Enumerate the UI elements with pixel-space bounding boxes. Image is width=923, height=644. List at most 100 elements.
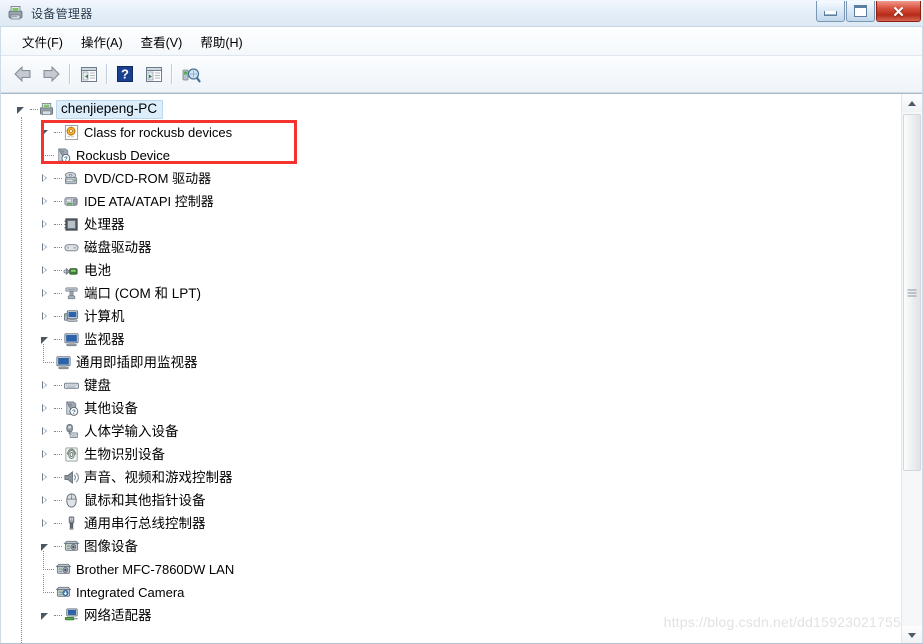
tree-item-ports[interactable]: 端口 (COM 和 LPT): [1, 282, 901, 305]
tree-connector: [39, 137, 55, 167]
tree-item-sound-video-game-controllers[interactable]: 声音、视频和游戏控制器: [1, 466, 901, 489]
tree-item-integrated-camera[interactable]: Integrated Camera: [1, 574, 901, 604]
tree-item-monitors[interactable]: 监视器: [1, 328, 901, 351]
device-tree[interactable]: chenjiepeng-PC Class for rockusb devices…: [1, 94, 901, 643]
expand-collapse-icon[interactable]: [39, 609, 52, 622]
tree-item-label: 人体学输入设备: [84, 423, 179, 439]
menu-help[interactable]: 帮助(H): [191, 29, 251, 54]
tree-item-generic-pnp-monitor[interactable]: 通用即插即用监视器: [1, 344, 901, 374]
expand-collapse-icon[interactable]: [39, 379, 52, 392]
watermark-text: https://blog.csdn.net/dd15923021755: [663, 614, 901, 630]
expand-collapse-icon[interactable]: [39, 241, 52, 254]
scroll-thumb[interactable]: [903, 114, 921, 471]
tree-item-class-for-rockusb-devices[interactable]: Class for rockusb devices: [1, 121, 901, 144]
biometric-icon: [63, 446, 80, 463]
battery-icon: [63, 262, 80, 279]
tree-item-ide-ata-atapi[interactable]: IDE ATA/ATAPI 控制器: [1, 190, 901, 213]
monitor-icon: [55, 354, 72, 371]
expand-collapse-icon[interactable]: [39, 425, 52, 438]
title-bar: 设备管理器 ✕: [0, 0, 923, 27]
tree-item-label: DVD/CD-ROM 驱动器: [84, 171, 212, 186]
scroll-up-arrow[interactable]: [902, 94, 922, 112]
mouse-icon: [63, 492, 80, 509]
tree-item-label: Brother MFC-7860DW LAN: [76, 562, 235, 577]
tree-item-label: 处理器: [84, 216, 125, 232]
show-hide-console-tree-button[interactable]: [74, 61, 102, 87]
tree-item-root[interactable]: chenjiepeng-PC: [1, 98, 901, 121]
network-adapter-icon: [63, 607, 80, 624]
tree-item-disk-drives[interactable]: 磁盘驱动器: [1, 236, 901, 259]
close-button[interactable]: ✕: [876, 1, 921, 22]
tree-item-batteries[interactable]: 电池: [1, 259, 901, 282]
tree-item-imaging-devices[interactable]: 图像设备: [1, 535, 901, 558]
expand-collapse-icon[interactable]: [39, 218, 52, 231]
expand-collapse-icon[interactable]: [39, 126, 52, 139]
action-pane-icon: [145, 66, 162, 83]
expand-collapse-root-icon[interactable]: [15, 103, 28, 116]
tree-item-dvd-cdrom[interactable]: DVD/CD-ROM 驱动器: [1, 167, 901, 190]
menu-file[interactable]: 文件(F): [13, 29, 72, 54]
expand-collapse-icon[interactable]: [39, 494, 52, 507]
scroll-down-arrow[interactable]: [902, 626, 922, 643]
expand-collapse-icon[interactable]: [39, 540, 52, 553]
tree-item-usb-controllers[interactable]: 通用串行总线控制器: [1, 512, 901, 535]
dvd-drive-icon: [63, 170, 80, 187]
forward-button[interactable]: [37, 61, 65, 87]
tree-item-brother-mfc-7860dw-lan[interactable]: Brother MFC-7860DW LAN: [1, 551, 901, 581]
tree-item-biometric-devices[interactable]: 生物识别设备: [1, 443, 901, 466]
tree-item-rockusb-device[interactable]: ? Rockusb Device: [1, 137, 901, 167]
expand-collapse-icon[interactable]: [39, 195, 52, 208]
tree-item-keyboards[interactable]: 键盘: [1, 374, 901, 397]
tree-connector: [54, 454, 62, 455]
expand-collapse-icon[interactable]: [39, 172, 52, 185]
toolbar-separator: [69, 64, 70, 84]
tree-item-computer[interactable]: 计算机: [1, 305, 901, 328]
toolbar-separator-2: [106, 64, 107, 84]
tree-item-label: 通用串行总线控制器: [84, 515, 206, 531]
ports-icon: [63, 285, 80, 302]
tree-connector: [54, 408, 62, 409]
tree-connector: [54, 339, 62, 340]
question-mark-icon: ?: [116, 65, 134, 83]
imaging-device-icon: [55, 561, 72, 578]
scan-for-hardware-changes-button[interactable]: [176, 61, 204, 87]
tree-item-other-devices[interactable]: ? 其他设备: [1, 397, 901, 420]
tree-item-hid[interactable]: 人体学输入设备: [1, 420, 901, 443]
tree-connector: [39, 344, 55, 374]
expand-collapse-icon[interactable]: [39, 448, 52, 461]
tree-connector: [39, 551, 55, 581]
scroll-thumb-grip-icon: [907, 289, 917, 296]
expand-collapse-icon[interactable]: [39, 287, 52, 300]
maximize-button[interactable]: [846, 1, 875, 22]
show-hide-action-pane-button[interactable]: [139, 61, 167, 87]
device-manager-icon: [7, 4, 25, 22]
tree-connector: [54, 224, 62, 225]
expand-collapse-icon[interactable]: [39, 333, 52, 346]
menu-view[interactable]: 查看(V): [132, 29, 192, 54]
tree-item-label: IDE ATA/ATAPI 控制器: [84, 194, 214, 209]
expand-collapse-icon[interactable]: [39, 264, 52, 277]
tree-connector: [54, 270, 62, 271]
close-icon: ✕: [892, 3, 905, 21]
imaging-device-icon: [63, 538, 80, 555]
expand-collapse-icon[interactable]: [39, 310, 52, 323]
menu-bar: 文件(F) 操作(A) 查看(V) 帮助(H): [1, 27, 922, 56]
expand-collapse-icon[interactable]: [39, 517, 52, 530]
tree-item-processors[interactable]: 处理器: [1, 213, 901, 236]
tree-item-mice-and-pointing-devices[interactable]: 鼠标和其他指针设备: [1, 489, 901, 512]
generic-class-icon: [63, 124, 80, 141]
help-button[interactable]: ?: [111, 61, 139, 87]
vertical-scrollbar[interactable]: [901, 94, 922, 643]
menu-action[interactable]: 操作(A): [72, 29, 132, 54]
unknown-device-icon: ?: [55, 147, 72, 164]
expand-collapse-icon[interactable]: [39, 402, 52, 415]
expand-collapse-icon[interactable]: [39, 471, 52, 484]
minimize-button[interactable]: [816, 1, 845, 22]
tree-connector: [54, 201, 62, 202]
tree-connector: [54, 178, 62, 179]
speaker-icon: [63, 469, 80, 486]
back-button[interactable]: [9, 61, 37, 87]
right-arrow-icon: [41, 66, 61, 82]
tree-item-label: Class for rockusb devices: [84, 125, 233, 140]
tree-item-label: 生物识别设备: [84, 446, 165, 462]
